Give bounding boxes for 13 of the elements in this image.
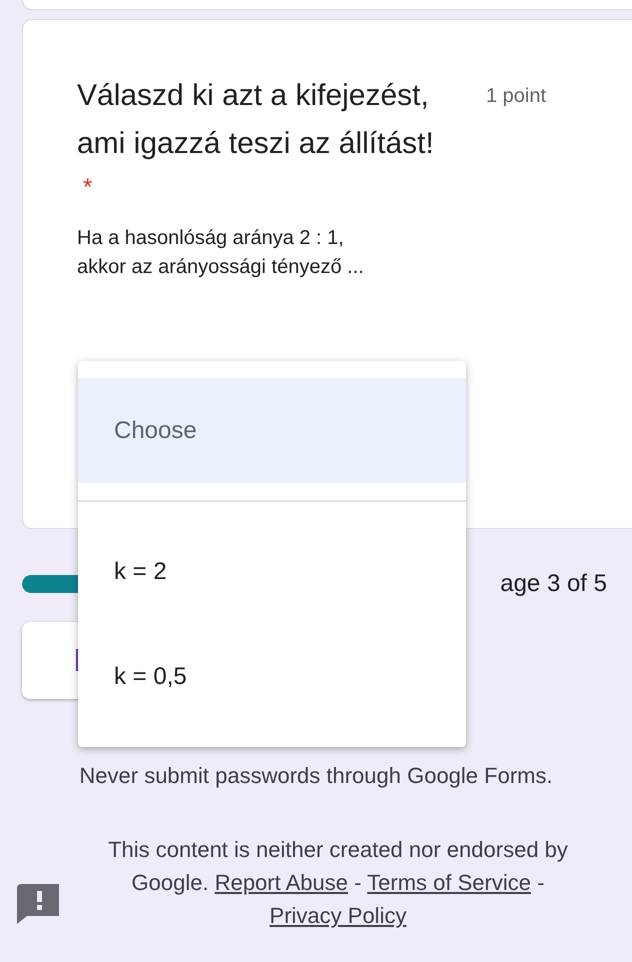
footer-link[interactable]: Report Abuse (214, 870, 348, 895)
points-label: 1 point (486, 85, 546, 108)
dropdown-option[interactable]: k = 2 (78, 519, 466, 624)
required-asterisk: * (83, 173, 92, 203)
page-indicator: age 3 of 5 (500, 570, 607, 598)
disclaimer-text: This content is neither created nor endorsed by Google. Report Abuse - Terms of Service - Privacy Policy (107, 836, 569, 930)
question-description: Ha a hasonlóság aránya 2 : 1, akkor az arányossági tényező ... (77, 226, 365, 280)
password-warning: Never submit passwords through Google Forms. (78, 763, 554, 789)
dropdown-option[interactable]: Choose (78, 378, 466, 483)
dropdown-option[interactable]: k = 0,5 (78, 624, 466, 729)
footer-link[interactable]: Privacy Policy (270, 903, 406, 928)
question-title: Válaszd ki azt a kifejezést, ami igazzá teszi az állítást! (77, 78, 435, 162)
footer-link[interactable]: Terms of Service (367, 870, 531, 895)
